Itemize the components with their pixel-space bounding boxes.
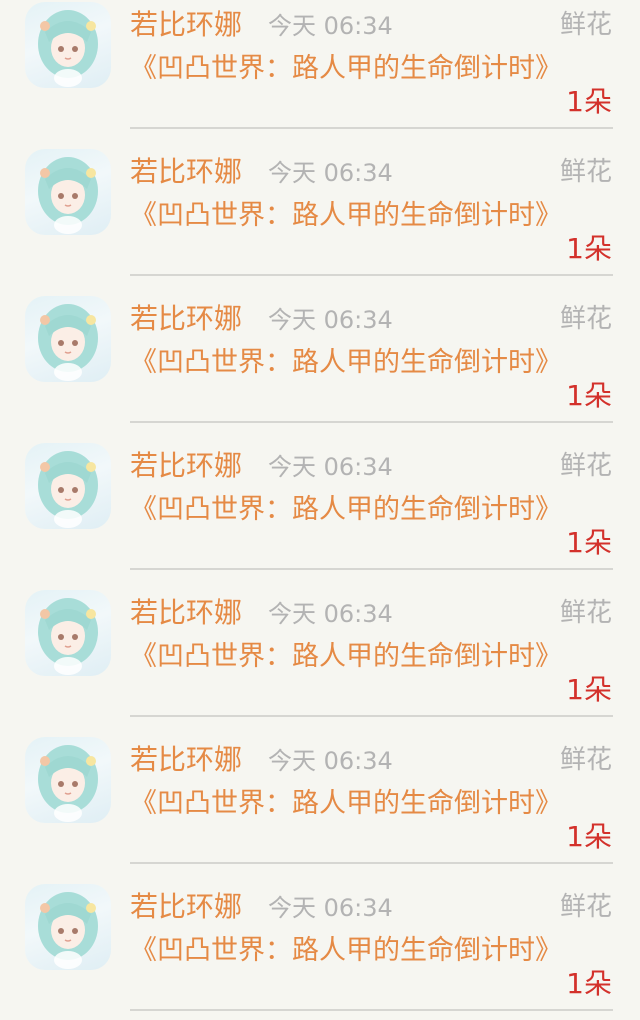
divider bbox=[130, 568, 613, 570]
list-item[interactable]: 若比环娜 今天 06:34 鲜花 《凹凸世界：路人甲的生命倒计时》 1朵 bbox=[0, 588, 640, 735]
list-item[interactable]: 若比环娜 今天 06:34 鲜花 《凹凸世界：路人甲的生命倒计时》 1朵 bbox=[0, 735, 640, 882]
gift-type: 鲜花 bbox=[559, 598, 612, 628]
gift-count: 1朵 bbox=[566, 526, 612, 559]
divider bbox=[130, 274, 613, 276]
gift-type: 鲜花 bbox=[559, 157, 612, 187]
book-title[interactable]: 《凹凸世界：路人甲的生命倒计时》 bbox=[130, 344, 562, 381]
gift-type: 鲜花 bbox=[559, 304, 612, 334]
gift-count: 1朵 bbox=[566, 232, 612, 265]
gift-count: 1朵 bbox=[566, 820, 612, 853]
divider bbox=[130, 715, 613, 717]
anime-girl-avatar-icon bbox=[38, 451, 98, 528]
user-avatar[interactable] bbox=[25, 590, 111, 676]
anime-girl-avatar-icon bbox=[38, 10, 98, 87]
divider bbox=[130, 1009, 613, 1011]
username[interactable]: 若比环娜 bbox=[130, 448, 242, 484]
timestamp: 今天 06:34 bbox=[268, 159, 393, 187]
timestamp: 今天 06:34 bbox=[268, 894, 393, 922]
username[interactable]: 若比环娜 bbox=[130, 7, 242, 43]
user-avatar[interactable] bbox=[25, 737, 111, 823]
user-avatar[interactable] bbox=[25, 884, 111, 970]
username[interactable]: 若比环娜 bbox=[130, 742, 242, 778]
timestamp: 今天 06:34 bbox=[268, 12, 393, 40]
gift-count: 1朵 bbox=[566, 673, 612, 706]
book-title[interactable]: 《凹凸世界：路人甲的生命倒计时》 bbox=[130, 638, 562, 675]
list-item[interactable]: 若比环娜 今天 06:34 鲜花 《凹凸世界：路人甲的生命倒计时》 1朵 bbox=[0, 882, 640, 1020]
username[interactable]: 若比环娜 bbox=[130, 595, 242, 631]
timestamp: 今天 06:34 bbox=[268, 600, 393, 628]
anime-girl-avatar-icon bbox=[38, 598, 98, 675]
user-avatar[interactable] bbox=[25, 2, 111, 88]
user-avatar[interactable] bbox=[25, 149, 111, 235]
book-title[interactable]: 《凹凸世界：路人甲的生命倒计时》 bbox=[130, 197, 562, 234]
gift-count: 1朵 bbox=[566, 967, 612, 1000]
anime-girl-avatar-icon bbox=[38, 304, 98, 381]
book-title[interactable]: 《凹凸世界：路人甲的生命倒计时》 bbox=[130, 491, 562, 528]
gift-count: 1朵 bbox=[566, 85, 612, 118]
list-item[interactable]: 若比环娜 今天 06:34 鲜花 《凹凸世界：路人甲的生命倒计时》 1朵 bbox=[0, 147, 640, 294]
gift-type: 鲜花 bbox=[559, 10, 612, 40]
timestamp: 今天 06:34 bbox=[268, 306, 393, 334]
gift-type: 鲜花 bbox=[559, 451, 612, 481]
list-item[interactable]: 若比环娜 今天 06:34 鲜花 《凹凸世界：路人甲的生命倒计时》 1朵 bbox=[0, 294, 640, 441]
timestamp: 今天 06:34 bbox=[268, 453, 393, 481]
gift-type: 鲜花 bbox=[559, 892, 612, 922]
username[interactable]: 若比环娜 bbox=[130, 889, 242, 925]
book-title[interactable]: 《凹凸世界：路人甲的生命倒计时》 bbox=[130, 50, 562, 87]
anime-girl-avatar-icon bbox=[38, 745, 98, 822]
flower-gift-list: 若比环娜 今天 06:34 鲜花 《凹凸世界：路人甲的生命倒计时》 1朵 若比环… bbox=[0, 0, 640, 1020]
book-title[interactable]: 《凹凸世界：路人甲的生命倒计时》 bbox=[130, 932, 562, 969]
book-title[interactable]: 《凹凸世界：路人甲的生命倒计时》 bbox=[130, 785, 562, 822]
divider bbox=[130, 421, 613, 423]
anime-girl-avatar-icon bbox=[38, 892, 98, 969]
anime-girl-avatar-icon bbox=[38, 157, 98, 234]
username[interactable]: 若比环娜 bbox=[130, 154, 242, 190]
timestamp: 今天 06:34 bbox=[268, 747, 393, 775]
username[interactable]: 若比环娜 bbox=[130, 301, 242, 337]
divider bbox=[130, 862, 613, 864]
user-avatar[interactable] bbox=[25, 443, 111, 529]
gift-count: 1朵 bbox=[566, 379, 612, 412]
divider bbox=[130, 127, 613, 129]
gift-type: 鲜花 bbox=[559, 745, 612, 775]
user-avatar[interactable] bbox=[25, 296, 111, 382]
list-item[interactable]: 若比环娜 今天 06:34 鲜花 《凹凸世界：路人甲的生命倒计时》 1朵 bbox=[0, 0, 640, 147]
list-item[interactable]: 若比环娜 今天 06:34 鲜花 《凹凸世界：路人甲的生命倒计时》 1朵 bbox=[0, 441, 640, 588]
